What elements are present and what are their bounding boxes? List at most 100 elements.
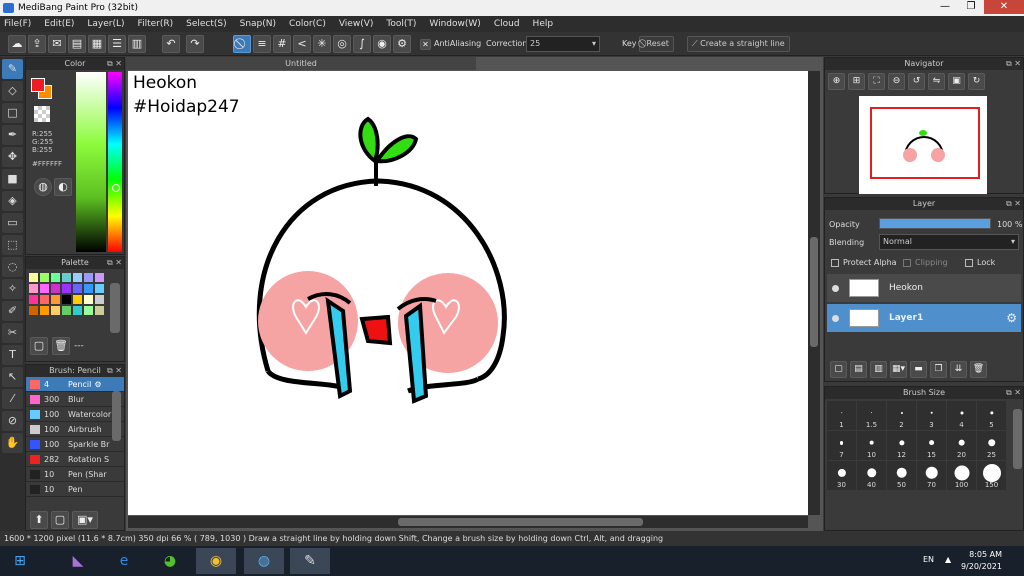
rotate-left-icon[interactable]: ↺ <box>908 73 925 90</box>
hand-tool-icon[interactable]: ✋ <box>2 433 23 453</box>
snap-curve-icon[interactable]: ∫ <box>353 35 371 53</box>
brush-item[interactable]: 10 Pen (Shar <box>26 467 124 482</box>
hue-slider[interactable] <box>108 72 122 252</box>
opacity-slider[interactable] <box>879 218 991 229</box>
brush-size-cell[interactable]: 1.5 <box>857 401 886 430</box>
menu-edit[interactable]: Edit(E) <box>44 19 74 29</box>
palette-swatch[interactable] <box>84 295 93 304</box>
palette-swatch[interactable] <box>40 306 49 315</box>
flip-horizontal-icon[interactable]: ⇋ <box>928 73 945 90</box>
panel-float-icon[interactable]: ⧉ ✕ <box>1006 58 1021 70</box>
snap-grid-icon[interactable]: # <box>273 35 291 53</box>
palette-swatch[interactable] <box>51 273 60 282</box>
snap-parallel-icon[interactable]: ≡ <box>253 35 271 53</box>
snap-ellipse-icon[interactable]: ◉ <box>373 35 391 53</box>
operation-tool-icon[interactable]: ↖ <box>2 367 23 387</box>
delete-color-icon[interactable]: 🗑 <box>52 337 70 355</box>
new-8bit-layer-icon[interactable]: ▥ <box>870 361 887 378</box>
palette-swatch[interactable] <box>40 295 49 304</box>
menu-layer[interactable]: Layer(L) <box>87 19 124 29</box>
comment-icon[interactable]: ✉ <box>48 35 66 53</box>
document-tab[interactable]: Untitled <box>126 57 476 70</box>
correction-select[interactable]: 25 ▾ <box>526 36 600 52</box>
tray-expand-icon[interactable]: ▲ <box>945 555 951 564</box>
palette-swatch[interactable] <box>51 306 60 315</box>
eyedropper-icon[interactable]: ⁄ <box>2 389 23 409</box>
palette-swatch[interactable] <box>73 295 82 304</box>
eraser-tool-icon[interactable]: ◇ <box>2 81 23 101</box>
fit-window-icon[interactable]: ⛶ <box>868 73 885 90</box>
brush-item[interactable]: 300 Blur <box>26 392 124 407</box>
delete-layer-icon[interactable]: 🗑 <box>970 361 987 378</box>
brush-size-cell[interactable]: 20 <box>947 431 976 460</box>
zoom-fit-in-icon[interactable]: ⊞ <box>848 73 865 90</box>
brush-item[interactable]: 100 Sparkle Br <box>26 437 124 452</box>
rect-tool-icon[interactable]: □ <box>2 103 23 123</box>
straight-line-button[interactable]: ⟋ Create a straight line <box>687 36 790 52</box>
move-tool-icon[interactable]: ✥ <box>2 147 23 167</box>
reset-view-icon[interactable]: ▣ <box>948 73 965 90</box>
brush-new-icon[interactable]: ▢ <box>51 511 69 529</box>
drawing-canvas[interactable]: Heokon #Hoidap247 <box>128 71 808 515</box>
menu-window[interactable]: Window(W) <box>429 19 480 29</box>
palette-swatch[interactable] <box>40 273 49 282</box>
zoom-out-icon[interactable]: ⊖ <box>888 73 905 90</box>
palette-swatch[interactable] <box>62 306 71 315</box>
brush-size-cell[interactable]: 50 <box>887 461 916 490</box>
select-pen-icon[interactable]: ✐ <box>2 301 23 321</box>
select-tool-icon[interactable]: ⬚ <box>2 235 23 255</box>
palette-swatch[interactable] <box>29 306 38 315</box>
clipping-checkbox[interactable] <box>903 258 911 267</box>
share-icon[interactable]: ⇪ <box>28 35 46 53</box>
close-button[interactable]: ✕ <box>984 0 1024 14</box>
hue-handle[interactable] <box>112 184 120 192</box>
palette-swatch[interactable] <box>62 295 71 304</box>
navigator-thumbnail[interactable] <box>859 96 987 194</box>
palette-swatch[interactable] <box>51 295 60 304</box>
palette-swatch[interactable] <box>62 284 71 293</box>
merge-layer-icon[interactable]: ⇊ <box>950 361 967 378</box>
brush-scrollbar[interactable] <box>112 391 121 441</box>
snap-radial-icon[interactable]: ✳ <box>313 35 331 53</box>
panel-float-icon[interactable]: ⧉ ✕ <box>1006 387 1021 399</box>
paint-app-icon[interactable]: ◍ <box>244 548 284 574</box>
add-color-icon[interactable]: ▢ <box>30 337 48 355</box>
brush-item[interactable]: 282 Rotation S <box>26 452 124 467</box>
rotate-right-icon[interactable]: ↻ <box>968 73 985 90</box>
chat-icon[interactable]: ▤ <box>68 35 86 53</box>
new-layer-icon[interactable]: ▢ <box>830 361 847 378</box>
layer-visibility-icon[interactable] <box>832 285 839 292</box>
palette-swatch[interactable] <box>62 273 71 282</box>
brush-item[interactable]: 10 Pen <box>26 482 124 497</box>
brush-item[interactable]: 4 Pencil ⚙ <box>26 377 124 392</box>
menu-file[interactable]: File(F) <box>4 19 31 29</box>
language-indicator[interactable]: EN <box>923 555 934 564</box>
new-layer-menu-icon[interactable]: ▦▾ <box>890 361 907 378</box>
color-wheel-icon[interactable]: ◍ <box>34 178 52 196</box>
menu-color[interactable]: Color(C) <box>289 19 326 29</box>
palette-swatch[interactable] <box>40 284 49 293</box>
minimize-button[interactable]: — <box>932 0 958 14</box>
panel-float-icon[interactable]: ⧉ ✕ <box>107 257 122 269</box>
brush-size-cell[interactable]: 15 <box>917 431 946 460</box>
snap-vanish-icon[interactable]: < <box>293 35 311 53</box>
chrome-icon[interactable]: ◉ <box>196 548 236 574</box>
brush-item[interactable]: 100 Watercolor <box>26 407 124 422</box>
palette-swatch[interactable] <box>73 306 82 315</box>
palette-scrollbar[interactable] <box>110 283 120 333</box>
snap-off-icon[interactable]: ⃠ <box>233 35 251 53</box>
folder-icon[interactable]: ▬ <box>910 361 927 378</box>
visual-studio-icon[interactable]: ◣ <box>58 548 98 574</box>
canvas-vertical-scrollbar[interactable] <box>808 71 820 515</box>
palette-swatch[interactable] <box>29 295 38 304</box>
magic-wand-icon[interactable]: ✧ <box>2 279 23 299</box>
layer-row-heokon[interactable]: Heokon <box>827 274 1021 302</box>
brush-size-cell[interactable]: 150 <box>977 461 1006 490</box>
palette-swatch[interactable] <box>95 284 104 293</box>
palette-swatch[interactable] <box>95 295 104 304</box>
eyedropper2-icon[interactable]: ⊘ <box>2 411 23 431</box>
brush-size-cell[interactable]: 70 <box>917 461 946 490</box>
grid-icon[interactable]: ▥ <box>128 35 146 53</box>
cloud-icon[interactable]: ☁ <box>8 35 26 53</box>
coccoc-browser-icon[interactable]: ◕ <box>150 548 190 574</box>
